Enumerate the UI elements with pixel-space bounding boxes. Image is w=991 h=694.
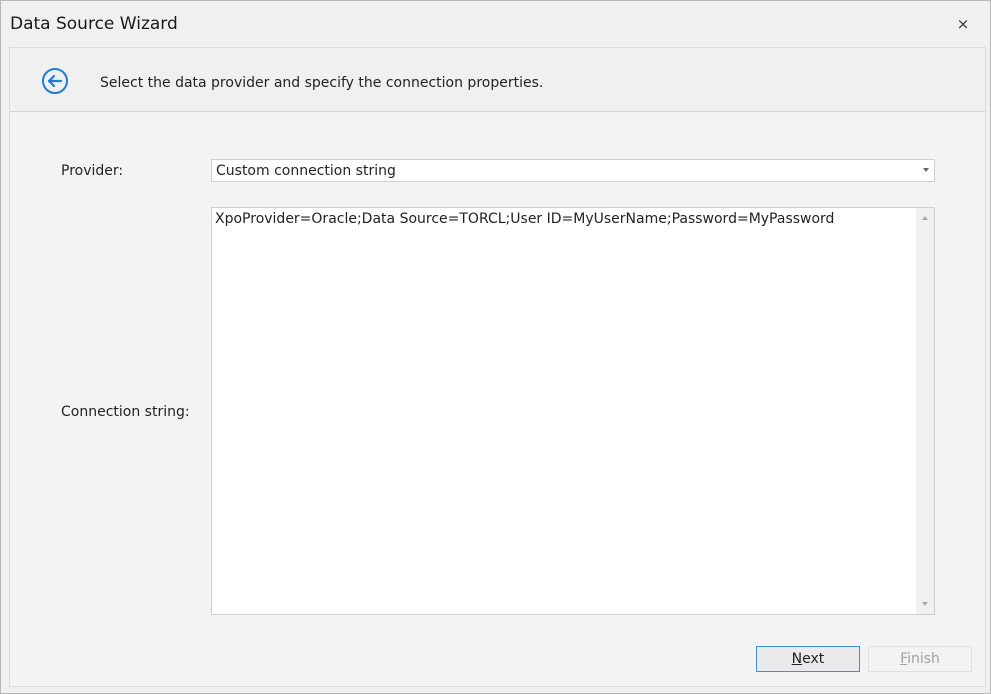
instruction-text: Select the data provider and specify the…	[100, 75, 544, 91]
next-label-rest: ext	[802, 651, 825, 667]
connection-string-value: XpoProvider=Oracle;Data Source=TORCL;Use…	[215, 211, 835, 227]
data-source-wizard-window: Data Source Wizard × Select the data pro…	[0, 0, 991, 694]
provider-label: Provider:	[61, 163, 124, 179]
next-access-key: N	[791, 651, 803, 667]
chevron-down-icon[interactable]	[923, 168, 929, 172]
back-icon[interactable]	[41, 67, 69, 95]
window-title: Data Source Wizard	[10, 14, 178, 34]
wizard-header: Select the data provider and specify the…	[10, 48, 985, 112]
title-bar: Data Source Wizard ×	[1, 1, 990, 47]
connection-string-label: Connection string:	[61, 404, 190, 420]
scroll-up-icon[interactable]	[922, 216, 928, 220]
provider-dropdown[interactable]: Custom connection string	[211, 159, 935, 182]
scroll-down-icon[interactable]	[922, 602, 928, 606]
next-button[interactable]: Next	[756, 646, 860, 672]
finish-label-rest: inish	[907, 651, 940, 667]
finish-button: Finish	[868, 646, 972, 672]
vertical-scrollbar[interactable]	[916, 208, 934, 614]
close-button[interactable]: ×	[951, 13, 975, 35]
provider-selected-value: Custom connection string	[216, 163, 396, 179]
wizard-content: Select the data provider and specify the…	[9, 47, 986, 687]
connection-string-textarea[interactable]: XpoProvider=Oracle;Data Source=TORCL;Use…	[211, 207, 935, 615]
